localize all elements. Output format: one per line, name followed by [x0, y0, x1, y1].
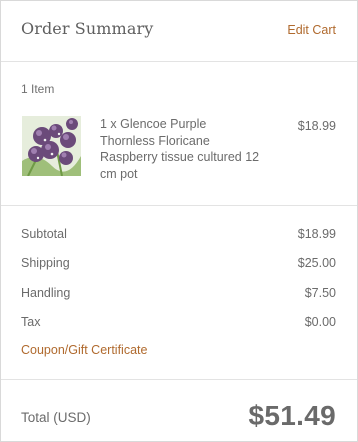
shipping-row: Shipping $25.00	[21, 256, 336, 274]
handling-label: Handling	[21, 286, 71, 300]
tax-row: Tax $0.00	[21, 315, 336, 333]
grand-total-value: $51.49	[248, 400, 336, 431]
shipping-label: Shipping	[21, 256, 70, 270]
tax-label: Tax	[21, 315, 41, 329]
tax-value: $0.00	[304, 315, 336, 329]
shipping-value: $25.00	[297, 256, 336, 270]
cart-items-section: 1 Item 1 x Glencoe Purple Thornless Flor…	[1, 62, 357, 206]
handling-value: $7.50	[304, 286, 336, 300]
item-price: $18.99	[297, 119, 336, 133]
subtotal-value: $18.99	[297, 227, 336, 241]
edit-cart-link[interactable]: Edit Cart	[287, 23, 336, 37]
grand-total-label: Total (USD)	[21, 410, 91, 425]
coupon-link[interactable]: Coupon/Gift Certificate	[21, 343, 147, 357]
grand-total-section: Total (USD) $51.49	[1, 380, 357, 441]
flower-image	[22, 116, 81, 176]
product-image	[22, 116, 81, 176]
subtotal-row: Subtotal $18.99	[21, 227, 336, 245]
item-count: 1 Item	[21, 82, 55, 96]
item-name: 1 x Glencoe Purple Thornless Floricane R…	[100, 117, 260, 181]
page-title: Order Summary	[21, 19, 154, 38]
totals-section: Subtotal $18.99 Shipping $25.00 Handling…	[1, 206, 357, 380]
order-summary-card: Order Summary Edit Cart 1 Item 1 x Glenc…	[0, 0, 358, 442]
subtotal-label: Subtotal	[21, 227, 67, 241]
order-summary-header: Order Summary Edit Cart	[1, 1, 357, 62]
handling-row: Handling $7.50	[21, 286, 336, 304]
